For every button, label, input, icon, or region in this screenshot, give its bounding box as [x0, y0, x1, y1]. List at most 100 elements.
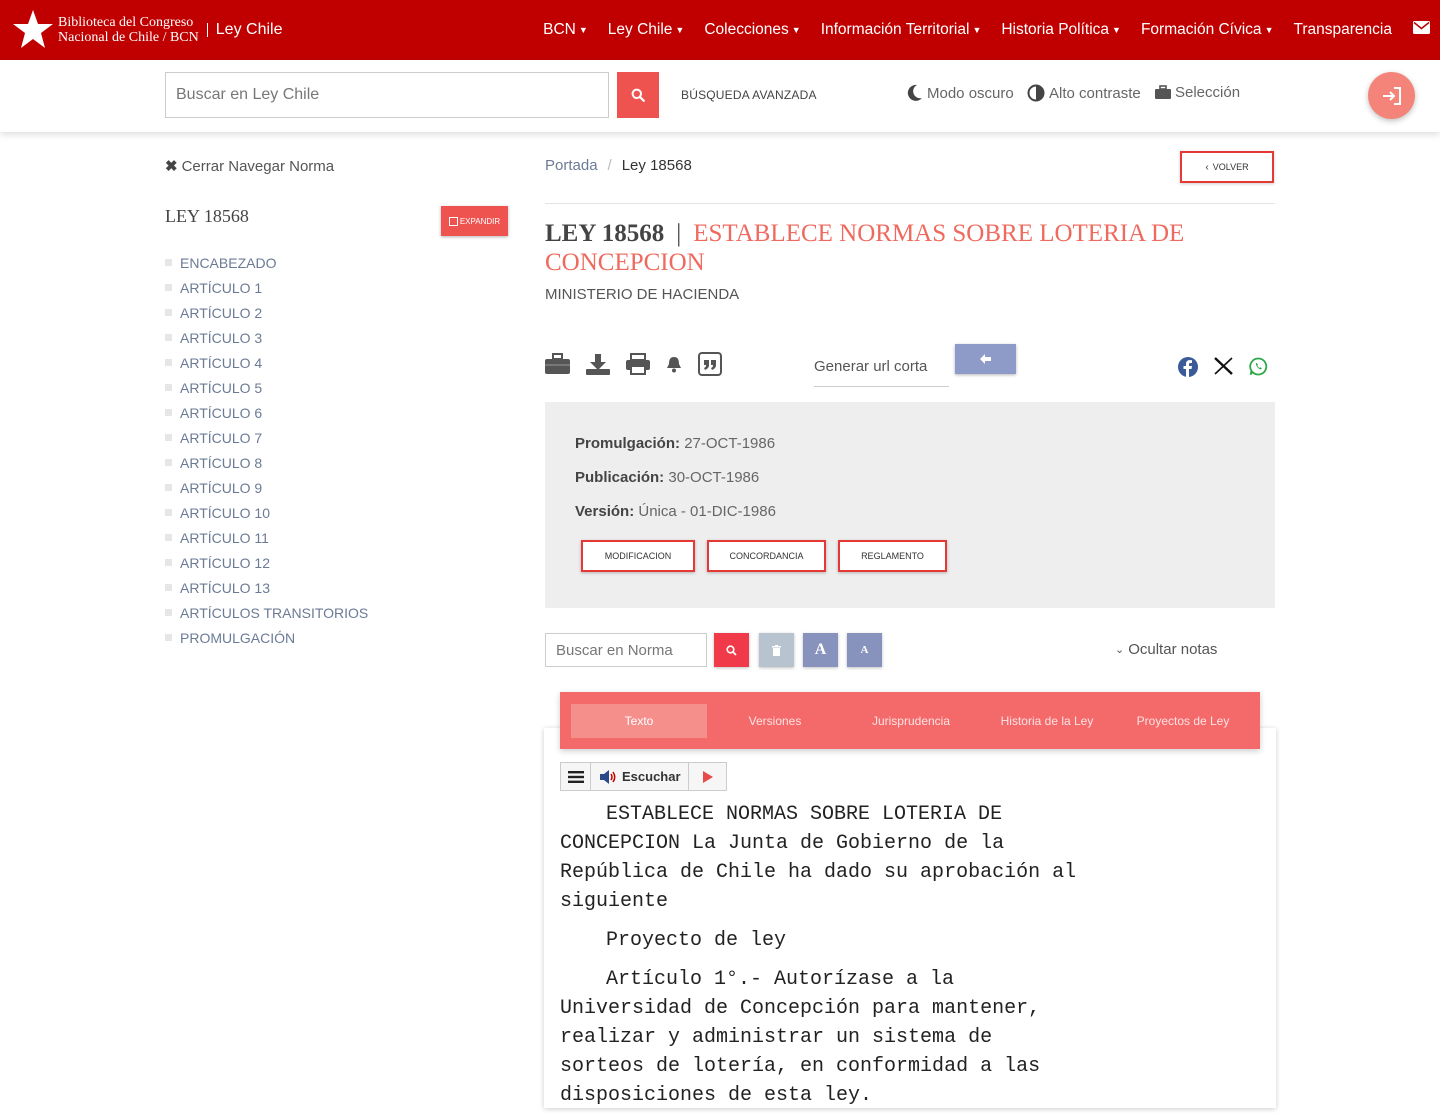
toc-item-articulo-4[interactable]: ARTÍCULO 4	[165, 350, 368, 375]
nav-informacion-territorial[interactable]: Información Territorial ▼	[821, 21, 982, 39]
briefcase-icon	[545, 353, 570, 374]
divider	[545, 203, 1275, 204]
reader-menu-button[interactable]	[561, 763, 591, 790]
whatsapp-icon[interactable]	[1249, 357, 1268, 376]
promulgacion-row: Promulgación: 27-OCT-1986	[575, 435, 775, 452]
concordancia-button[interactable]: CONCORDANCIA	[707, 540, 826, 572]
mail-icon[interactable]	[1413, 21, 1430, 34]
x-twitter-icon[interactable]	[1214, 357, 1233, 375]
moon-icon	[907, 84, 922, 101]
notification-button[interactable]	[666, 356, 682, 373]
toc-item-promulgacion[interactable]: PROMULGACIÓN	[165, 625, 368, 650]
ministry: MINISTERIO DE HACIENDA	[545, 286, 740, 303]
modificacion-button[interactable]: MODIFICACION	[581, 540, 695, 572]
close-navigation-link[interactable]: ✖ Cerrar Navegar Norma	[165, 157, 334, 176]
dark-mode-toggle[interactable]: Modo oscuro	[906, 84, 1014, 102]
bullet	[165, 559, 172, 566]
bullet	[165, 409, 172, 416]
toc-item-articulo-7[interactable]: ARTÍCULO 7	[165, 425, 368, 450]
nav-label: Formación Cívica	[1140, 21, 1262, 38]
nav-label: Ley Chile	[607, 21, 673, 38]
bullet	[165, 434, 172, 441]
play-button[interactable]	[689, 763, 726, 790]
law-text-paragraph: Artículo 1°.- Autorízase a la Universida…	[560, 968, 1041, 1107]
norm-search-input[interactable]	[545, 633, 707, 667]
brand-line1: Biblioteca del Congreso	[58, 15, 194, 30]
print-button[interactable]	[626, 353, 650, 375]
tab-historia-de-la-ley[interactable]: Historia de la Ley	[979, 704, 1115, 738]
back-label: VOLVER	[1212, 162, 1249, 172]
cite-button[interactable]	[698, 352, 722, 376]
bullet	[165, 609, 172, 616]
toc-item-articulo-9[interactable]: ARTÍCULO 9	[165, 475, 368, 500]
font-small-icon: A	[860, 644, 869, 656]
title-separator: |	[676, 220, 682, 247]
toc-item-encabezado[interactable]: ENCABEZADO	[165, 250, 368, 275]
short-url-input[interactable]	[814, 347, 949, 387]
login-button[interactable]	[1368, 72, 1415, 119]
tab-proyectos-de-ley[interactable]: Proyectos de Ley	[1115, 704, 1251, 738]
toc-item-articulo-11[interactable]: ARTÍCULO 11	[165, 525, 368, 550]
main-search-input[interactable]	[165, 72, 609, 118]
toc-item-articulo-2[interactable]: ARTÍCULO 2	[165, 300, 368, 325]
version-value: Única - 01-DIC-1986	[638, 503, 776, 520]
back-button[interactable]: ‹ VOLVER	[1180, 151, 1274, 183]
increase-font-button[interactable]: A	[803, 633, 838, 667]
tab-texto[interactable]: Texto	[571, 703, 707, 738]
toc-item-articulo-12[interactable]: ARTÍCULO 12	[165, 550, 368, 575]
play-icon	[702, 770, 713, 783]
add-to-selection-button[interactable]	[545, 353, 570, 375]
bcn-logo[interactable]: Biblioteca del Congreso Nacional de Chil…	[10, 6, 282, 54]
download-button[interactable]	[586, 353, 610, 375]
breadcrumb-separator: /	[607, 157, 612, 174]
nav-formacion-civica[interactable]: Formación Cívica ▼	[1141, 21, 1274, 39]
clear-search-button[interactable]	[759, 633, 794, 667]
toc-item-articulo-8[interactable]: ARTÍCULO 8	[165, 450, 368, 475]
nav-historia-politica[interactable]: Historia Política ▼	[1001, 21, 1121, 39]
hide-notes-toggle[interactable]: ⌄ Ocultar notas	[1115, 641, 1217, 658]
advanced-search-link[interactable]: BÚSQUEDA AVANZADA	[681, 88, 817, 102]
tab-versiones[interactable]: Versiones	[707, 704, 843, 738]
version-label: Versión:	[575, 503, 635, 520]
nav-ley-chile[interactable]: Ley Chile ▼	[608, 21, 685, 39]
speaker-icon	[600, 769, 616, 784]
high-contrast-toggle[interactable]: Alto contraste	[1027, 84, 1141, 102]
hide-notes-label: Ocultar notas	[1128, 641, 1218, 658]
selection-link[interactable]: Selección	[1155, 84, 1240, 101]
toc-label: ARTÍCULO 11	[180, 529, 269, 546]
toc-label: ARTÍCULO 12	[180, 554, 270, 571]
nav-transparencia[interactable]: Transparencia	[1293, 21, 1392, 39]
nav-colecciones[interactable]: Colecciones ▼	[704, 21, 800, 39]
breadcrumb: Portada / Ley 18568	[545, 157, 692, 174]
breadcrumb-home[interactable]: Portada	[545, 157, 598, 174]
bullet	[165, 484, 172, 491]
toc-item-articulo-10[interactable]: ARTÍCULO 10	[165, 500, 368, 525]
toc-item-articulo-1[interactable]: ARTÍCULO 1	[165, 275, 368, 300]
caret-down-icon: ▼	[972, 25, 982, 35]
expand-label: EXPANDIR	[459, 216, 501, 226]
law-number: LEY 18568	[545, 220, 665, 247]
expand-button[interactable]: EXPANDIR	[441, 206, 508, 236]
table-of-contents: ENCABEZADO ARTÍCULO 1 ARTÍCULO 2 ARTÍCUL…	[165, 250, 368, 650]
toc-label: ARTÍCULO 8	[180, 454, 263, 471]
law-info-box: Promulgación: 27-OCT-1986 Publicación: 3…	[545, 402, 1275, 608]
app-name[interactable]: Ley Chile	[216, 21, 283, 39]
toc-item-articulo-3[interactable]: ARTÍCULO 3	[165, 325, 368, 350]
search-button[interactable]	[617, 72, 659, 118]
facebook-icon[interactable]	[1178, 357, 1198, 377]
reglamento-button[interactable]: REGLAMENTO	[838, 540, 947, 572]
norm-search-button[interactable]	[714, 633, 749, 667]
listen-button[interactable]: Escuchar	[591, 763, 689, 790]
decrease-font-button[interactable]: A	[847, 633, 882, 667]
toc-item-articulo-5[interactable]: ARTÍCULO 5	[165, 375, 368, 400]
toc-item-articulo-6[interactable]: ARTÍCULO 6	[165, 400, 368, 425]
search-icon	[726, 644, 737, 656]
toc-item-articulos-transitorios[interactable]: ARTÍCULOS TRANSITORIOS	[165, 600, 368, 625]
bullet	[165, 309, 172, 316]
nav-bcn[interactable]: BCN ▼	[543, 21, 588, 39]
tab-jurisprudencia[interactable]: Jurisprudencia	[843, 704, 979, 738]
caret-down-icon: ▼	[578, 25, 588, 35]
toc-item-articulo-13[interactable]: ARTÍCULO 13	[165, 575, 368, 600]
law-tabs: Texto Versiones Jurisprudencia Historia …	[560, 692, 1260, 749]
generate-short-url-button[interactable]	[955, 344, 1016, 374]
